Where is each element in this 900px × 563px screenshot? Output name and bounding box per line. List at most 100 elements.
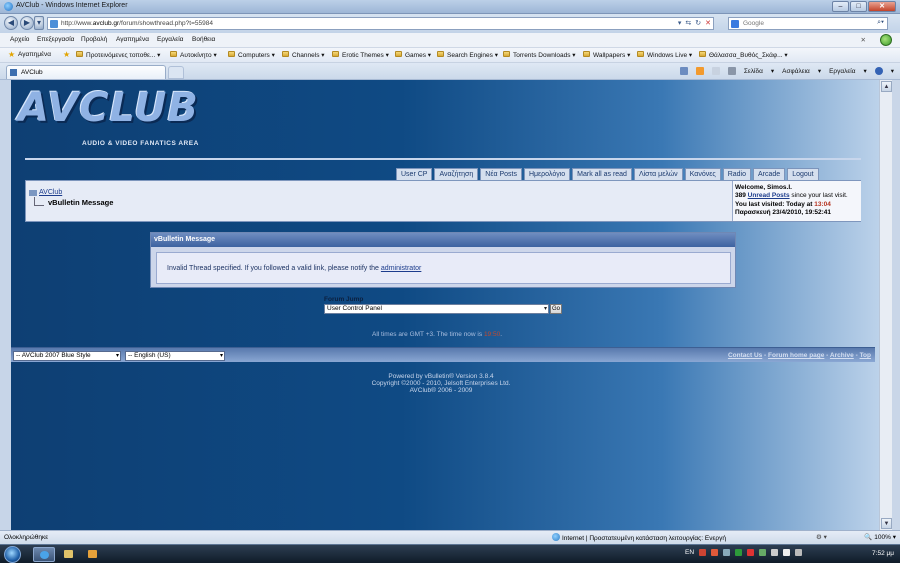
archive-link[interactable]: Archive bbox=[830, 352, 854, 359]
status-bar: Ολοκληρώθηκε Internet | Προστατευμένη κα… bbox=[0, 530, 900, 544]
nav-user-cp[interactable]: User CP bbox=[396, 168, 433, 180]
language-indicator[interactable]: EN bbox=[685, 549, 694, 556]
fav-item-car[interactable]: Αυτοκίνητο ▾ bbox=[170, 51, 217, 59]
home-icon[interactable] bbox=[679, 67, 688, 75]
tray-icon[interactable] bbox=[759, 549, 767, 556]
forum-jump-go-button[interactable]: Go bbox=[550, 304, 562, 314]
volume-icon[interactable] bbox=[795, 549, 803, 556]
menu-tools[interactable]: Εργαλεία bbox=[157, 36, 183, 43]
minimize-button[interactable]: – bbox=[832, 1, 849, 12]
nav-mark-all-read[interactable]: Mark all as read bbox=[572, 168, 632, 180]
favorites-button[interactable]: ★ Αγαπημένα bbox=[8, 51, 51, 59]
clock[interactable]: 7:52 μμ bbox=[872, 550, 894, 557]
tray-icon[interactable] bbox=[747, 549, 755, 556]
current-date: Παρασκευή 23/4/2010, 19:52:41 bbox=[735, 209, 831, 217]
nav-arcade[interactable]: Arcade bbox=[753, 168, 786, 180]
taskbar-media[interactable] bbox=[82, 547, 104, 562]
forum-navbar: User CP Αναζήτηση Νέα Posts Ημερολόγιο M… bbox=[396, 168, 819, 180]
security-zone[interactable]: Internet | Προστατευμένη κατάσταση λειτο… bbox=[552, 533, 726, 542]
forward-button[interactable]: ▶ bbox=[20, 16, 34, 30]
fav-item-wallpapers[interactable]: Wallpapers ▾ bbox=[583, 51, 630, 59]
nav-calendar[interactable]: Ημερολόγιο bbox=[523, 168, 571, 180]
menu-help[interactable]: Βοήθεια bbox=[192, 36, 215, 43]
tab-avclub[interactable]: AVClub bbox=[6, 65, 166, 79]
safety-menu[interactable]: Ασφάλεια bbox=[782, 68, 810, 75]
administrator-link[interactable]: administrator bbox=[381, 265, 421, 272]
tools-menu[interactable]: Εργαλεία bbox=[829, 68, 855, 75]
menu-edit[interactable]: Επεξεργασία bbox=[37, 36, 74, 43]
search-icon[interactable]: ⌕▾ bbox=[877, 19, 884, 27]
fav-item-suggested[interactable]: Προτεινόμενες τοποθε... ▾ bbox=[76, 51, 160, 59]
compatibility-icon[interactable]: ⇆ bbox=[685, 19, 691, 27]
address-bar[interactable]: http://www.avclub.gr/forum/showthread.ph… bbox=[47, 17, 714, 30]
fav-item-windows-live[interactable]: Windows Live ▾ bbox=[637, 51, 692, 59]
back-button[interactable]: ◀ bbox=[4, 16, 18, 30]
fav-item-torrents[interactable]: Torrents Downloads ▾ bbox=[503, 51, 576, 59]
unread-posts-link[interactable]: Unread Posts bbox=[748, 192, 790, 199]
tray-icon[interactable] bbox=[699, 549, 707, 556]
tray-icon[interactable] bbox=[723, 549, 731, 556]
tray-icon[interactable] bbox=[771, 549, 779, 556]
forum-jump-select[interactable]: User Control Panel ▾ bbox=[324, 304, 549, 314]
fav-item-channels[interactable]: Channels ▾ bbox=[282, 51, 325, 59]
nav-logout[interactable]: Logout bbox=[787, 168, 819, 180]
stop-icon[interactable]: ✕ bbox=[705, 19, 711, 27]
powered-by: Powered by vBulletin® Version 3.8.4 Copy… bbox=[351, 373, 531, 394]
help-icon[interactable] bbox=[874, 67, 883, 75]
timezone-notice: All times are GMT +3. The time now is 19… bbox=[372, 331, 503, 338]
taskbar: EN 7:52 μμ bbox=[0, 544, 900, 563]
site-logo[interactable]: AVCLUB AUDIO & VIDEO FANATICS AREA bbox=[16, 85, 206, 147]
message-body: Invalid Thread specified. If you followe… bbox=[156, 252, 731, 284]
add-favorite-icon[interactable]: ★ bbox=[63, 51, 73, 59]
refresh-icon[interactable]: ↻ bbox=[695, 19, 701, 27]
protected-mode-icon[interactable]: ⚙ ▾ bbox=[816, 533, 827, 541]
network-icon[interactable] bbox=[783, 549, 791, 556]
nav-members-list[interactable]: Λίστα μελών bbox=[633, 168, 683, 180]
style-select[interactable]: -- AVClub 2007 Blue Style ▾ bbox=[13, 351, 121, 361]
page-menu[interactable]: Σελίδα bbox=[744, 68, 763, 75]
zoom-level[interactable]: 🔍 100% ▾ bbox=[864, 533, 896, 541]
menu-favorites[interactable]: Αγαπημένα bbox=[116, 36, 149, 43]
close-button[interactable]: ✕ bbox=[868, 1, 896, 12]
taskbar-ie[interactable] bbox=[33, 547, 55, 562]
vertical-scrollbar[interactable]: ▲ ▼ bbox=[879, 80, 892, 530]
mail-icon[interactable] bbox=[711, 67, 720, 75]
language-select[interactable]: -- English (US) ▾ bbox=[125, 351, 225, 361]
nav-new-posts[interactable]: Νέα Posts bbox=[480, 168, 522, 180]
fav-item-search-engines[interactable]: Search Engines ▾ bbox=[437, 51, 498, 59]
addon-icon[interactable] bbox=[880, 34, 892, 46]
close-menu-icon[interactable]: ✕ bbox=[861, 36, 866, 44]
feeds-icon[interactable] bbox=[695, 67, 704, 75]
nav-rules[interactable]: Κανόνες bbox=[684, 168, 721, 180]
search-box[interactable]: Google ⌕▾ bbox=[728, 17, 888, 30]
fav-item-sea[interactable]: Θάλασσα_Βυθός_Σκάφ... ▾ bbox=[699, 51, 788, 59]
nav-search[interactable]: Αναζήτηση bbox=[434, 168, 479, 180]
menu-file[interactable]: Αρχείο bbox=[10, 36, 29, 43]
header-divider bbox=[25, 158, 861, 160]
address-url[interactable]: http://www.avclub.gr/forum/showthread.ph… bbox=[61, 20, 213, 27]
top-link[interactable]: Top bbox=[860, 352, 871, 359]
folder-icon bbox=[699, 51, 706, 57]
tray-icon[interactable] bbox=[735, 549, 743, 556]
maximize-button[interactable]: □ bbox=[850, 1, 867, 12]
menu-view[interactable]: Προβολή bbox=[81, 36, 107, 43]
history-dropdown-button[interactable]: ▾ bbox=[34, 16, 44, 30]
taskbar-explorer[interactable] bbox=[58, 547, 80, 562]
breadcrumb-home-link[interactable]: AVClub bbox=[39, 189, 62, 196]
tray-icon[interactable] bbox=[711, 549, 719, 556]
print-icon[interactable] bbox=[727, 67, 736, 75]
forum-home-link[interactable]: Forum home page bbox=[768, 352, 824, 359]
fav-item-games[interactable]: Games ▾ bbox=[395, 51, 431, 59]
fav-item-erotic-themes[interactable]: Erotic Themes ▾ bbox=[332, 51, 389, 59]
nav-radio[interactable]: Radio bbox=[722, 168, 752, 180]
new-tab-button[interactable] bbox=[168, 66, 184, 79]
message-box: vBulletin Message Invalid Thread specifi… bbox=[150, 232, 736, 288]
fav-item-computers[interactable]: Computers ▾ bbox=[228, 51, 275, 59]
scroll-up-button[interactable]: ▲ bbox=[881, 81, 892, 92]
folder-icon bbox=[503, 51, 510, 57]
start-button[interactable] bbox=[4, 546, 21, 563]
google-icon bbox=[731, 20, 739, 28]
address-dropdown-icon[interactable]: ▾ bbox=[678, 19, 682, 27]
scroll-down-button[interactable]: ▼ bbox=[881, 518, 892, 529]
contact-us-link[interactable]: Contact Us bbox=[728, 352, 762, 359]
